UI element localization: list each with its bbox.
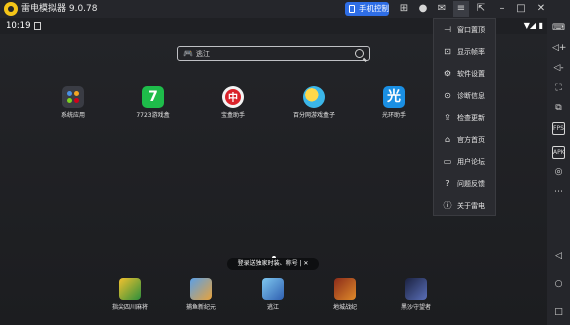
menu-item-label: 诊断信息	[457, 92, 485, 100]
fps-icon: ⊡	[444, 47, 451, 56]
update-icon: ⇪	[444, 113, 451, 122]
dock-app-4[interactable]: 地城战纪	[320, 278, 370, 312]
app-baifen[interactable]: 百分网游戏盒子	[289, 86, 339, 120]
search-input[interactable]: 逃江	[196, 49, 210, 59]
feedback-icon: ?	[445, 179, 450, 188]
maximize-icon[interactable]: □	[513, 1, 529, 17]
back-icon[interactable]: ◁	[552, 250, 565, 263]
dungeon-icon	[334, 278, 356, 300]
app-7723[interactable]: 7 7723游戏盒	[128, 86, 178, 120]
title-bar: 雷电模拟器 9.0.78 手机控制 ⊞ ● ✉ ≡ ⇱ – □ ✕	[0, 0, 570, 18]
recents-icon[interactable]: □	[552, 306, 565, 319]
menu-item-diagnose[interactable]: ⊙ 诊断信息	[434, 85, 495, 107]
app-title: 雷电模拟器 9.0.78	[21, 4, 98, 14]
menu-item-label: 官方首页	[457, 136, 485, 144]
close-icon[interactable]: ✕	[533, 1, 549, 17]
menu-item-label: 窗口置顶	[457, 26, 485, 34]
blacksand-icon	[405, 278, 427, 300]
baoku-icon: 中	[222, 86, 244, 108]
app-label: 宝盒助手	[220, 112, 245, 119]
menu-item-settings[interactable]: ⚙ 软件设置	[434, 63, 495, 85]
forum-icon: ▭	[443, 157, 452, 166]
volume-up-icon[interactable]: ◁+	[552, 42, 566, 55]
menu-item-pin[interactable]: ⊣ 窗口置顶	[434, 19, 495, 41]
menu-item-update[interactable]: ⇪ 检查更新	[434, 107, 495, 129]
fullscreen-icon[interactable]: ⛶	[552, 82, 565, 95]
about-icon: ⓘ	[443, 201, 452, 210]
menu-item-label: 显示帧率	[457, 48, 485, 56]
app-logo	[4, 2, 18, 16]
sidebar-toggle-icon[interactable]: ⇱	[473, 1, 489, 17]
baifen-icon	[303, 86, 325, 108]
menu-item-label: 关于雷电	[457, 202, 485, 210]
apk-icon[interactable]: APK	[552, 146, 565, 159]
gamepad-icon: 🎮	[183, 49, 193, 58]
screenshot-icon[interactable]: ⧉	[552, 102, 565, 115]
menu-item-label: 软件设置	[457, 70, 485, 78]
app-label: 系统应用	[60, 112, 85, 119]
right-toolbar: ⌨ ◁+ ◁- ⛶ ⧉ FPS APK ◎ ⋯ ◁ ○ □	[547, 18, 570, 325]
menu-icon[interactable]: ≡	[453, 1, 469, 17]
menu-item-homepage[interactable]: ⌂ 官方首页	[434, 129, 495, 151]
menu-item-label: 用户论坛	[457, 158, 485, 166]
app-baoku[interactable]: 中 宝盒助手	[208, 86, 258, 120]
app-label: 黑沙守望者	[400, 304, 431, 311]
menu-item-forum[interactable]: ▭ 用户论坛	[434, 151, 495, 173]
clock: 10:19	[6, 21, 31, 31]
home-icon: ⌂	[444, 135, 451, 144]
home-icon[interactable]: ○	[552, 278, 565, 291]
more-icon[interactable]: ⋯	[552, 186, 565, 199]
menu-item-label: 问题反馈	[457, 180, 485, 188]
menu-item-label: 检查更新	[457, 114, 485, 122]
minimize-icon[interactable]: –	[494, 1, 510, 17]
7723-icon: 7	[142, 86, 164, 108]
dock-app-3[interactable]: 逃江	[248, 278, 298, 312]
app-system-apps[interactable]: 系统应用	[48, 86, 98, 120]
sd-card-icon	[34, 22, 41, 30]
phone-control-button[interactable]: 手机控制	[345, 2, 389, 16]
gamepad-icon[interactable]: ⊞	[396, 1, 412, 17]
search-icon[interactable]	[355, 49, 364, 58]
fps-icon[interactable]: FPS	[552, 122, 565, 135]
promo-toast[interactable]: 登录送独家时装、称号 | ✕	[227, 258, 319, 270]
app-label: 百分网游戏盒子	[292, 112, 335, 119]
settings-icon: ⚙	[443, 69, 452, 78]
menu-item-about[interactable]: ⓘ 关于雷电	[434, 195, 495, 217]
volume-down-icon[interactable]: ◁-	[552, 62, 565, 75]
mahjong-icon	[119, 278, 141, 300]
dock-app-5[interactable]: 黑沙守望者	[391, 278, 441, 312]
app-label: 7723游戏盒	[136, 112, 170, 119]
user-icon[interactable]: ●	[415, 1, 431, 17]
menu-item-feedback[interactable]: ? 问题反馈	[434, 173, 495, 195]
phone-control-label: 手机控制	[359, 4, 389, 13]
mail-icon[interactable]: ✉	[434, 1, 450, 17]
system-apps-icon	[62, 86, 84, 108]
app-label: 指尖四川麻将	[111, 304, 148, 311]
dock-app-1[interactable]: 指尖四川麻将	[105, 278, 155, 312]
menu-item-fps[interactable]: ⊡ 显示帧率	[434, 41, 495, 63]
guanghuan-icon: 光	[383, 86, 405, 108]
dock-app-2[interactable]: 捕鱼新纪元	[176, 278, 226, 312]
fishing-icon	[190, 278, 212, 300]
location-icon[interactable]: ◎	[552, 166, 565, 179]
phone-icon	[349, 5, 355, 13]
game-icon	[262, 278, 284, 300]
diagnose-icon: ⊙	[444, 91, 451, 100]
main-menu-dropdown: ⊣ 窗口置顶 ⊡ 显示帧率 ⚙ 软件设置 ⊙ 诊断信息 ⇪ 检查更新 ⌂ 官方首…	[433, 18, 496, 216]
app-label: 捕鱼新纪元	[185, 304, 216, 311]
search-bar[interactable]: 🎮 逃江	[177, 46, 370, 61]
keyboard-icon[interactable]: ⌨	[552, 22, 565, 35]
pin-icon: ⊣	[444, 25, 451, 34]
app-label: 逃江	[266, 304, 279, 311]
signal-battery-icons: ▼◢ ▮	[523, 21, 543, 30]
app-label: 光环助手	[381, 112, 406, 119]
app-label: 地城战纪	[332, 304, 357, 311]
app-guanghuan[interactable]: 光 光环助手	[369, 86, 419, 120]
